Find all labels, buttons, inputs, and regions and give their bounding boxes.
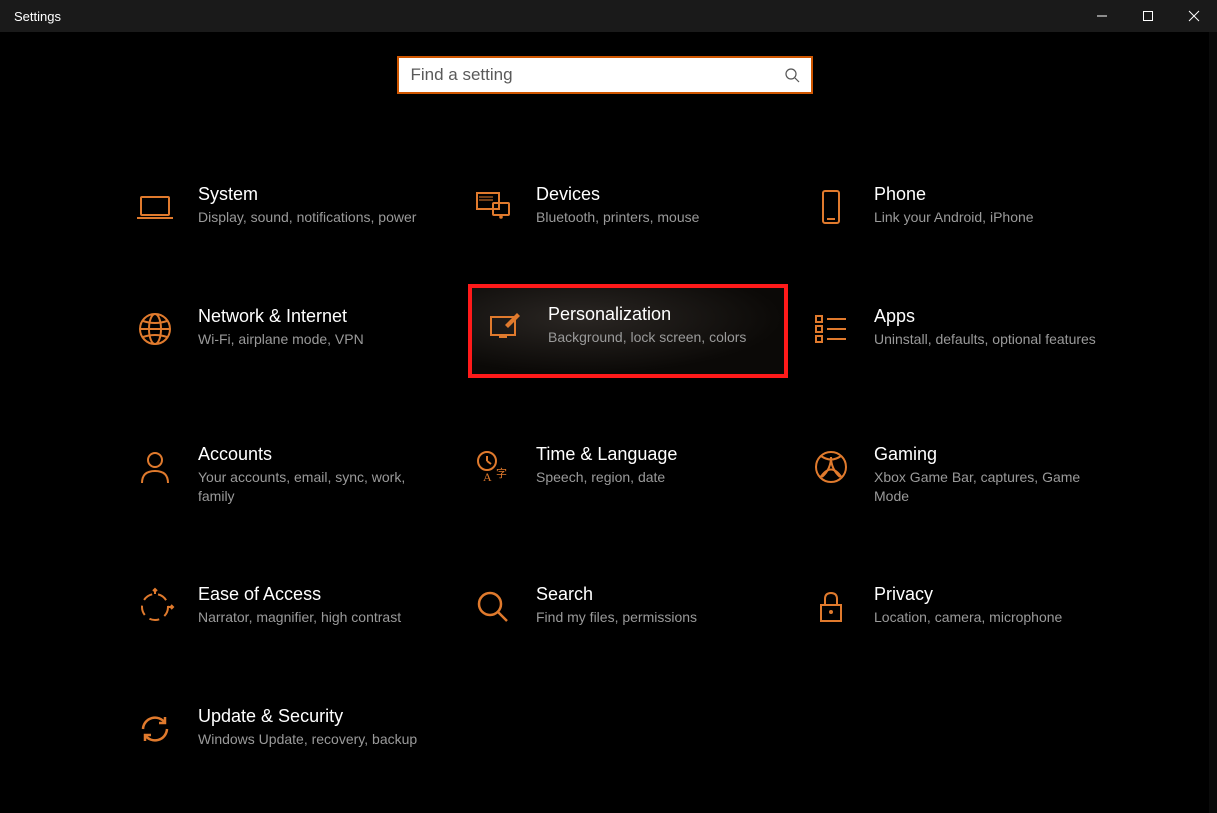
search-icon: [472, 586, 514, 628]
category-description: Find my files, permissions: [536, 608, 770, 627]
category-ease-of-access[interactable]: Ease of Access Narrator, magnifier, high …: [130, 572, 450, 640]
category-title: Accounts: [198, 444, 432, 465]
category-description: Bluetooth, printers, mouse: [536, 208, 770, 227]
category-description: Xbox Game Bar, captures, Game Mode: [874, 468, 1108, 506]
search-icon: [783, 66, 801, 84]
category-network[interactable]: Network & Internet Wi-Fi, airplane mode, …: [130, 294, 450, 378]
search-box[interactable]: [397, 56, 813, 94]
category-description: Display, sound, notifications, power: [198, 208, 432, 227]
category-system[interactable]: System Display, sound, notifications, pow…: [130, 172, 450, 240]
personalize-icon: [484, 306, 526, 348]
minimize-button[interactable]: [1079, 0, 1125, 32]
update-icon: [134, 708, 176, 750]
globe-icon: [134, 308, 176, 350]
titlebar: Settings: [0, 0, 1217, 32]
category-title: Gaming: [874, 444, 1108, 465]
category-description: Narrator, magnifier, high contrast: [198, 608, 432, 627]
category-update-security[interactable]: Update & Security Windows Update, recover…: [130, 694, 450, 762]
category-description: Speech, region, date: [536, 468, 770, 487]
ease-icon: [134, 586, 176, 628]
category-title: Update & Security: [198, 706, 432, 727]
category-phone[interactable]: Phone Link your Android, iPhone: [806, 172, 1126, 240]
category-accounts[interactable]: Accounts Your accounts, email, sync, work…: [130, 432, 450, 518]
category-title: System: [198, 184, 432, 205]
category-title: Phone: [874, 184, 1108, 205]
devices-icon: [472, 186, 514, 228]
category-apps[interactable]: Apps Uninstall, defaults, optional featur…: [806, 294, 1126, 378]
category-description: Location, camera, microphone: [874, 608, 1108, 627]
category-gaming[interactable]: Gaming Xbox Game Bar, captures, Game Mode: [806, 432, 1126, 518]
category-title: Ease of Access: [198, 584, 432, 605]
category-description: Your accounts, email, sync, work, family: [198, 468, 432, 506]
category-description: Link your Android, iPhone: [874, 208, 1108, 227]
category-devices[interactable]: Devices Bluetooth, printers, mouse: [468, 172, 788, 240]
category-title: Time & Language: [536, 444, 770, 465]
category-title: Privacy: [874, 584, 1108, 605]
laptop-icon: [134, 186, 176, 228]
category-title: Search: [536, 584, 770, 605]
close-button[interactable]: [1171, 0, 1217, 32]
category-description: Wi-Fi, airplane mode, VPN: [198, 330, 432, 349]
window-controls: [1079, 0, 1217, 32]
lock-icon: [810, 586, 852, 628]
category-personalization[interactable]: Personalization Background, lock screen, …: [468, 284, 788, 378]
category-description: Background, lock screen, colors: [548, 328, 770, 347]
window-title: Settings: [14, 9, 61, 24]
category-description: Windows Update, recovery, backup: [198, 730, 432, 749]
main-content: System Display, sound, notifications, pow…: [0, 32, 1209, 813]
search-input[interactable]: [411, 65, 783, 85]
phone-icon: [810, 186, 852, 228]
category-title: Personalization: [548, 304, 770, 325]
category-title: Apps: [874, 306, 1108, 327]
category-description: Uninstall, defaults, optional features: [874, 330, 1108, 349]
time-lang-icon: [472, 446, 514, 488]
xbox-icon: [810, 446, 852, 488]
apps-list-icon: [810, 308, 852, 350]
category-title: Network & Internet: [198, 306, 432, 327]
category-title: Devices: [536, 184, 770, 205]
category-privacy[interactable]: Privacy Location, camera, microphone: [806, 572, 1126, 640]
category-search[interactable]: Search Find my files, permissions: [468, 572, 788, 640]
scrollbar[interactable]: [1209, 32, 1217, 813]
maximize-button[interactable]: [1125, 0, 1171, 32]
settings-grid: System Display, sound, notifications, pow…: [130, 172, 1140, 762]
person-icon: [134, 446, 176, 488]
category-time-language[interactable]: Time & Language Speech, region, date: [468, 432, 788, 518]
